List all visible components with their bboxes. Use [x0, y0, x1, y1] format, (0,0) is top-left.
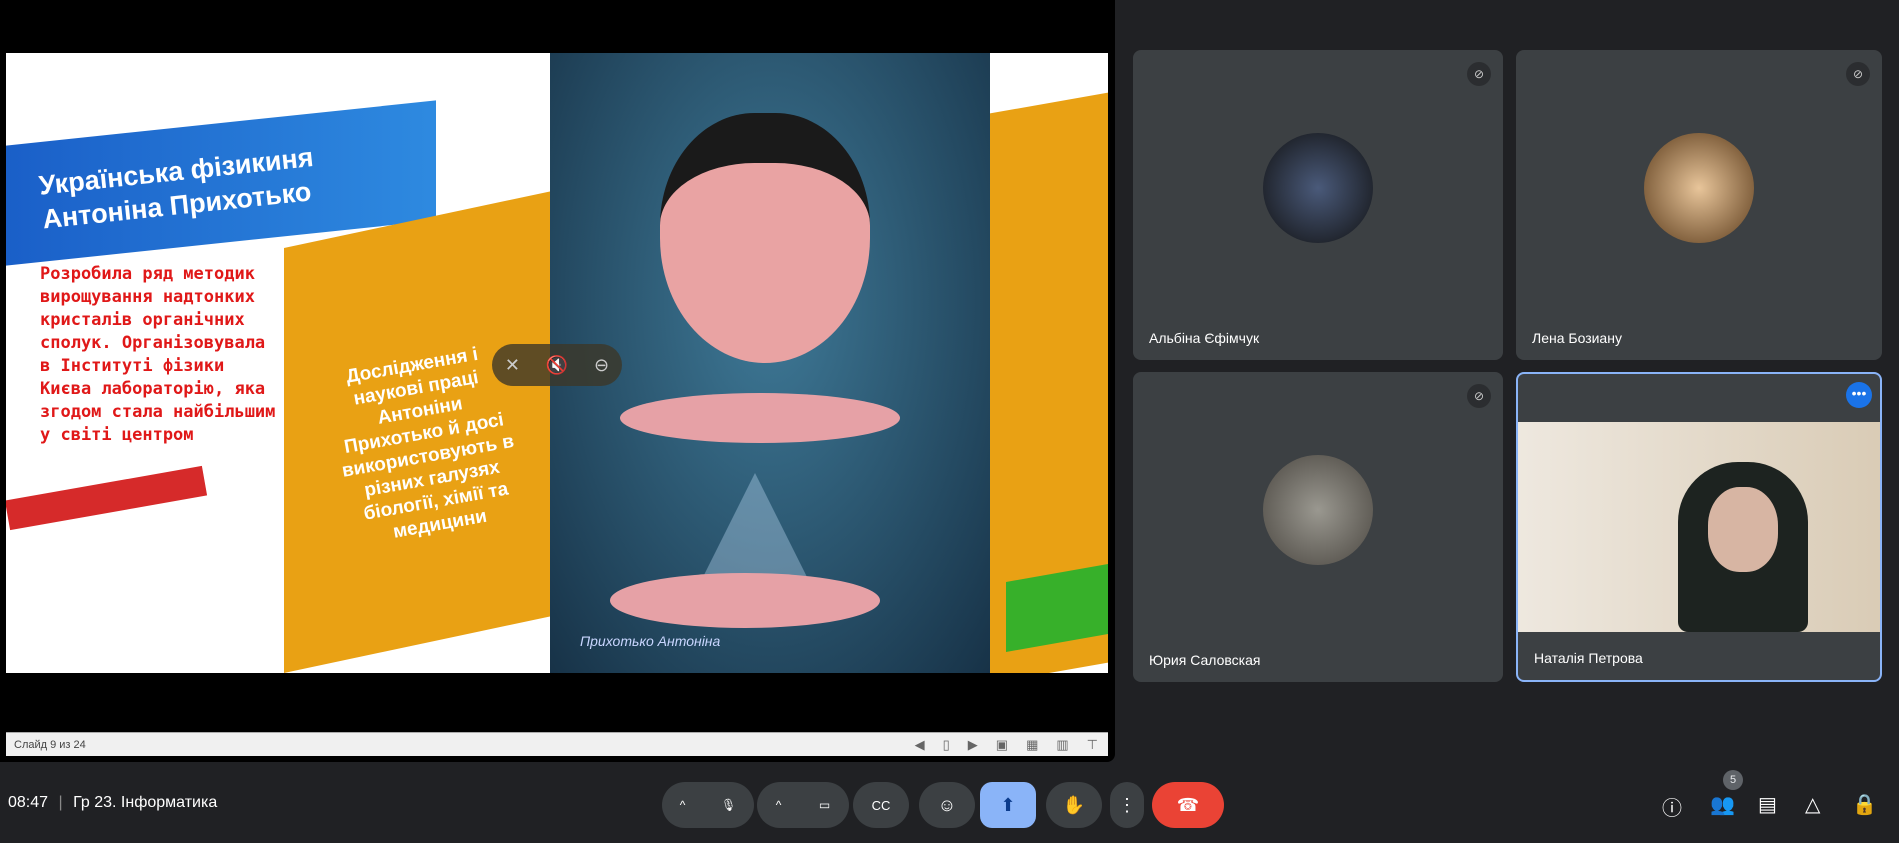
raise-hand-button[interactable]: ✋ [1046, 782, 1102, 828]
host-controls-lock-icon[interactable]: 🔒 [1852, 792, 1877, 817]
video-controls: ^ ▭ [757, 782, 849, 828]
participant-tile-active[interactable]: ••• Наталія Петрова [1516, 372, 1882, 682]
audio-options-chevron-icon[interactable]: ^ [680, 798, 686, 812]
notes-icon[interactable]: ▯ [943, 737, 950, 753]
participant-tile[interactable]: ⊘ Лена Бозиану [1516, 50, 1882, 360]
participant-name: Альбіна Єфімчук [1149, 330, 1260, 346]
hang-up-icon: ☎ [1176, 794, 1200, 815]
audio-controls: ^ 🎙 [662, 782, 754, 828]
sorter-view-icon[interactable]: ▦ [1026, 737, 1038, 753]
more-vert-icon: ⋮ [1118, 794, 1136, 815]
meeting-time: 08:47 | Гр 23. Інформатика [8, 794, 217, 812]
next-slide-icon[interactable]: ▶ [968, 737, 978, 753]
hand-bottom [610, 573, 880, 628]
face [660, 113, 870, 363]
participant-tile[interactable]: ⊘ Юрия Саловская [1133, 372, 1503, 682]
reading-view-icon[interactable]: ▥ [1056, 737, 1068, 753]
slideshow-icon[interactable]: ⊤ [1087, 737, 1098, 753]
avatar [1644, 133, 1754, 243]
avatar [1263, 455, 1373, 565]
person-face [1708, 487, 1778, 572]
pencil-image [6, 465, 208, 531]
unpin-icon[interactable]: ✕ [505, 355, 520, 376]
hand-top [620, 393, 900, 443]
present-screen-icon: ⬆ [1000, 794, 1016, 815]
participant-video [1518, 422, 1880, 632]
mic-off-icon: ⊘ [1846, 62, 1870, 86]
participant-count-badge: 5 [1723, 770, 1743, 790]
meeting-title: Гр 23. Інформатика [73, 794, 218, 811]
info-icon[interactable]: ⓘ [1662, 792, 1682, 821]
presentation-area: Українська фізикиня Антоніна Прихотько Р… [0, 0, 1115, 762]
separator: | [58, 794, 63, 811]
mic-off-icon: ⊘ [1467, 384, 1491, 408]
captions-button[interactable]: CC [853, 782, 909, 828]
camera-icon[interactable]: ▭ [819, 798, 830, 812]
clock: 08:47 [8, 794, 49, 811]
microphone-icon[interactable]: 🎙 [721, 798, 736, 812]
prev-slide-icon[interactable]: ◀ [915, 737, 925, 753]
prism [700, 473, 810, 583]
remove-icon[interactable]: ⊖ [594, 355, 609, 376]
mute-audio-icon[interactable]: 🔇 [546, 355, 568, 376]
mic-off-icon: ⊘ [1467, 62, 1491, 86]
participant-name: Юрия Саловская [1149, 652, 1261, 668]
participant-name: Наталія Петрова [1534, 650, 1643, 666]
chat-icon[interactable]: ▤ [1758, 792, 1777, 817]
activities-icon[interactable]: △ [1805, 792, 1820, 817]
meeting-toolbar: 08:47 | Гр 23. Інформатика ^ 🎙 ^ ▭ CC ☺ ⬆ … [0, 770, 1899, 836]
participant-tile[interactable]: ⊘ Альбіна Єфімчук [1133, 50, 1503, 360]
leave-call-button[interactable]: ☎ [1152, 782, 1224, 828]
more-options-icon[interactable]: ••• [1846, 382, 1872, 408]
hand-icon: ✋ [1062, 794, 1086, 815]
more-options-button[interactable]: ⋮ [1110, 782, 1144, 828]
present-button[interactable]: ⬆ [980, 782, 1036, 828]
presentation-overlay-controls: ✕ 🔇 ⊖ [492, 344, 622, 386]
avatar [1263, 133, 1373, 243]
participant-name: Лена Бозиану [1532, 330, 1622, 346]
emoji-icon: ☺ [937, 794, 957, 815]
people-icon[interactable]: 👥 [1710, 792, 1735, 817]
presentation-status-bar: Слайд 9 из 24 ◀ ▯ ▶ ▣ ▦ ▥ ⊤ [6, 732, 1108, 756]
reactions-button[interactable]: ☺ [919, 782, 975, 828]
captions-icon: CC [871, 797, 891, 813]
normal-view-icon[interactable]: ▣ [996, 737, 1008, 753]
slide-counter: Слайд 9 из 24 [14, 738, 86, 751]
portrait-caption: Прихотько Антоніна [580, 633, 721, 649]
video-options-chevron-icon[interactable]: ^ [776, 798, 782, 812]
slide-left-text: Розробила ряд методик вирощування надтон… [40, 264, 276, 445]
